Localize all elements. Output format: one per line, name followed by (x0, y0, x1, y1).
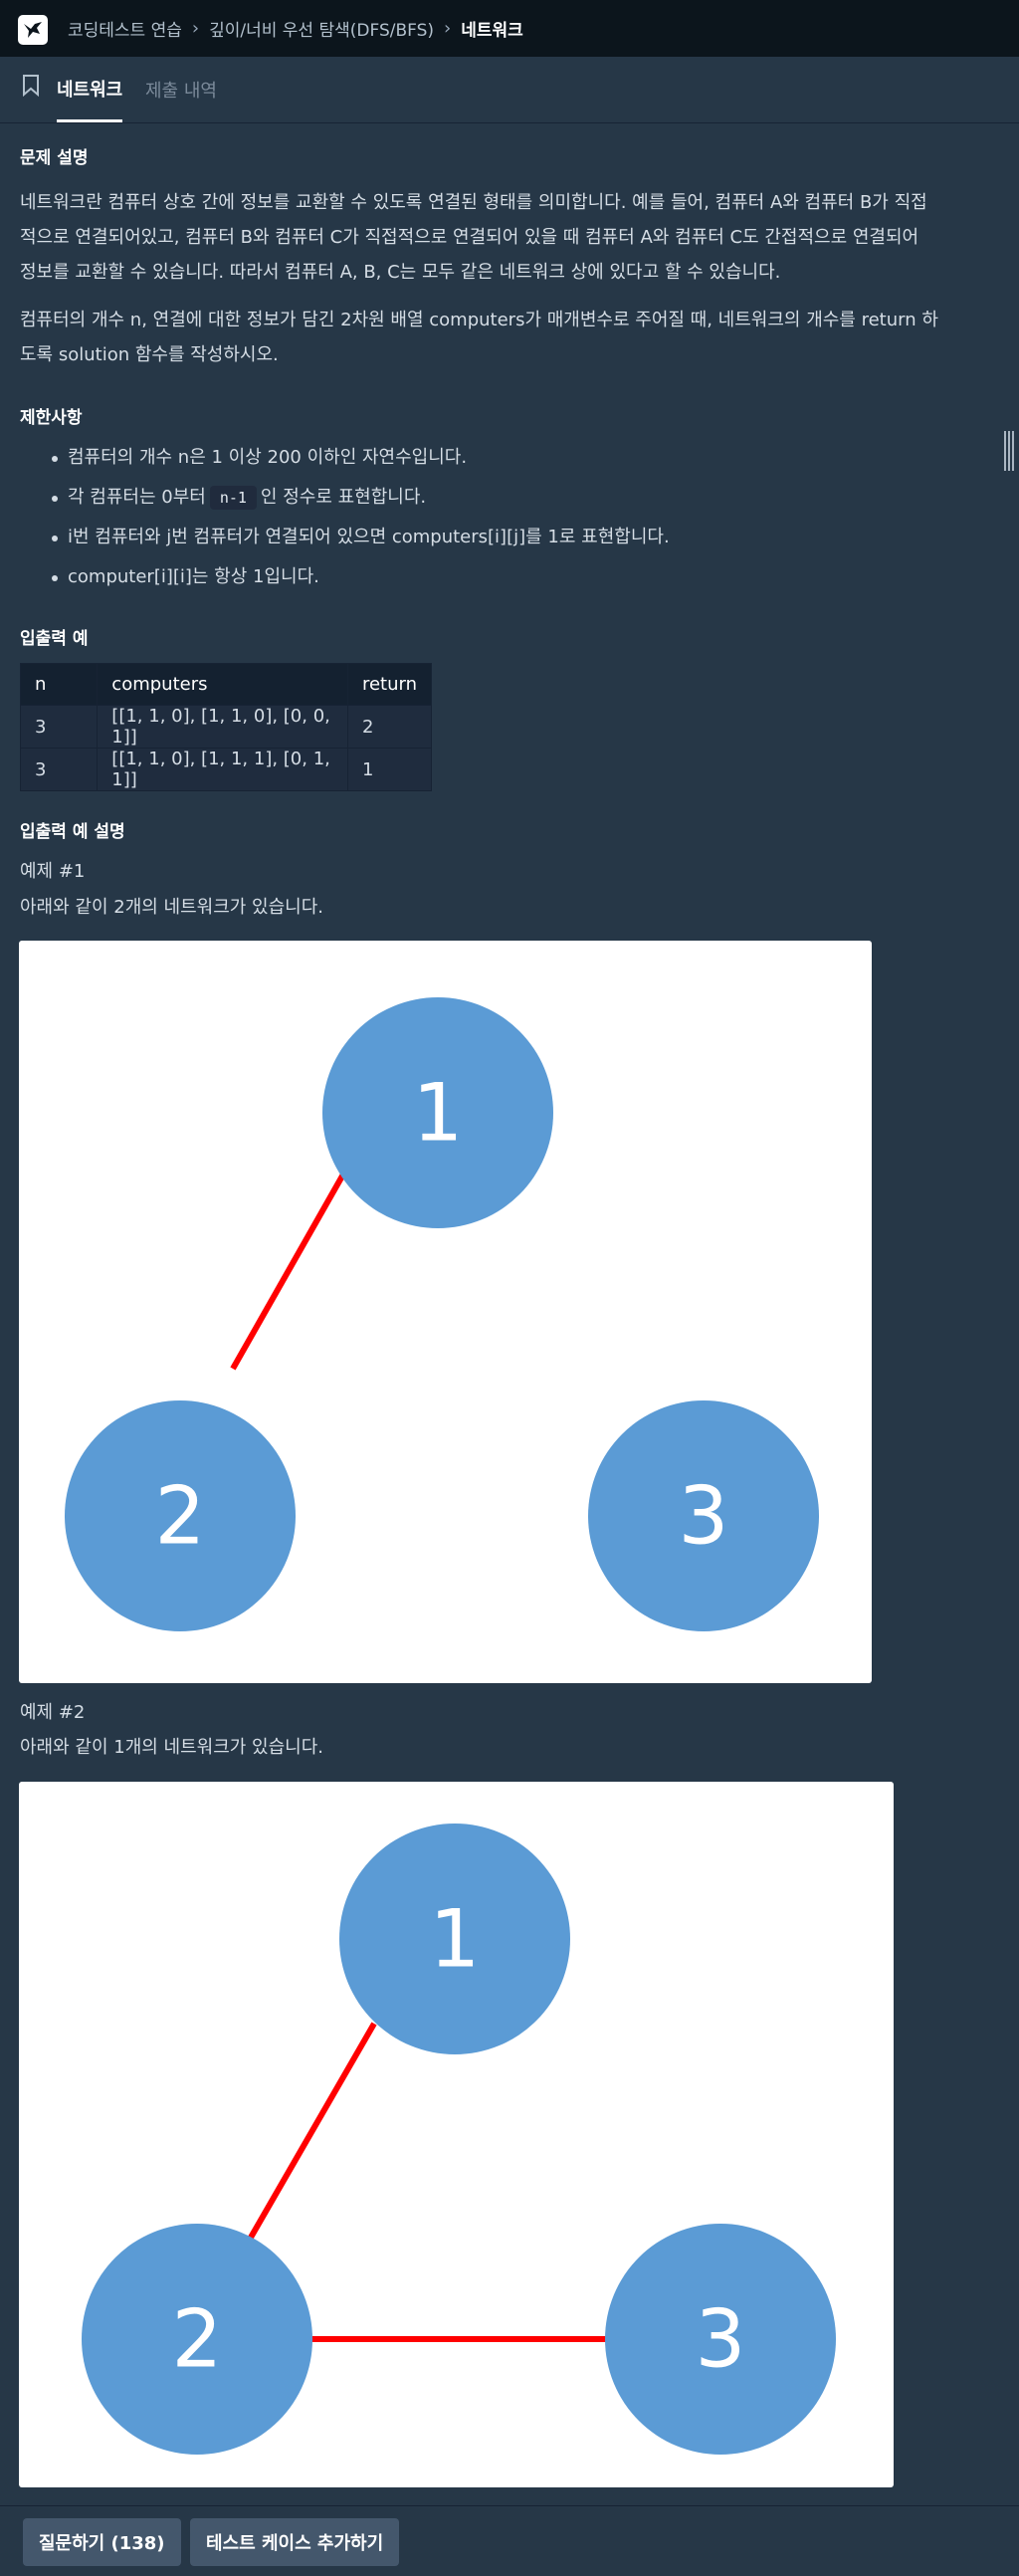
io-heading: 입출력 예 (20, 629, 89, 649)
table-row: 3 [[1, 1, 0], [1, 1, 1], [0, 1, 1]] 1 (19, 748, 433, 791)
bottom-action-bar: 질문하기 (138) 테스트 케이스 추가하기 (0, 2505, 1019, 2576)
paragraph-line: 정보를 교환할 수 있습니다. 따라서 컴퓨터 A, B, C는 모두 같은 네… (20, 262, 781, 283)
node-label: 2 (155, 1470, 206, 1563)
node-label: 2 (172, 2293, 223, 2386)
breadcrumb-category[interactable]: 깊이/너비 우선 탐색(DFS/BFS) (209, 16, 434, 41)
table-header-row: n computers return (19, 663, 433, 706)
top-navigation-bar: 코딩테스트 연습 › 깊이/너비 우선 탐색(DFS/BFS) › 네트워크 (0, 0, 1019, 57)
table-cell: 3 (19, 705, 99, 749)
column-header: return (346, 663, 433, 706)
io-table: n computers return 3 [[1, 1, 0], [1, 1, … (19, 663, 433, 791)
inline-code: n-1 (209, 486, 257, 510)
table-cell: 3 (19, 748, 99, 791)
node-label: 3 (696, 2293, 746, 2386)
table-row: 3 [[1, 1, 0], [1, 1, 0], [0, 0, 1]] 2 (19, 705, 433, 749)
table-cell: [[1, 1, 0], [1, 1, 0], [0, 0, 1]] (97, 705, 348, 749)
problem-paragraph-2: 컴퓨터의 개수 n, 연결에 대한 정보가 담긴 2차원 배열 computer… (20, 303, 975, 372)
chevron-right-icon: › (191, 18, 200, 39)
limits-heading: 제한사항 (20, 408, 83, 428)
diagram-node: 3 (588, 1400, 819, 1631)
io-explanation-heading: 입출력 예 설명 (20, 822, 125, 842)
example1-description: 아래와 같이 2개의 네트워크가 있습니다. (20, 897, 324, 918)
limit-item: 컴퓨터의 개수 n은 1 이상 200 이하인 자연수입니다. (20, 438, 975, 478)
paragraph-line: 도록 solution 함수를 작성하시오. (20, 344, 279, 365)
problem-paragraph-1: 네트워크란 컴퓨터 상호 간에 정보를 교환할 수 있도록 연결된 형태를 의미… (20, 185, 975, 290)
paragraph-line: 네트워크란 컴퓨터 상호 간에 정보를 교환할 수 있도록 연결된 형태를 의미… (20, 192, 927, 213)
limit-text: 각 컴퓨터는 0부터 (68, 487, 206, 508)
tab-problem[interactable]: 네트워크 (57, 57, 123, 122)
node-label: 1 (430, 1893, 481, 1986)
breadcrumb-current: 네트워크 (461, 21, 523, 41)
example2-network-diagram: 1 2 3 (19, 1782, 894, 2487)
node-label: 1 (413, 1067, 464, 1160)
limit-item: i번 컴퓨터와 j번 컴퓨터가 연결되어 있으면 computers[i][j]… (20, 518, 975, 557)
diagram-edge (245, 2022, 377, 2245)
node-label: 3 (679, 1470, 729, 1563)
limit-text: 인 정수로 표현합니다. (260, 487, 427, 508)
limit-item: computer[i][i]는 항상 1입니다. (20, 557, 975, 597)
programmers-logo-icon[interactable] (18, 15, 48, 45)
column-header: n (19, 663, 99, 706)
table-cell: [[1, 1, 0], [1, 1, 1], [0, 1, 1]] (97, 748, 348, 791)
example2-description: 아래와 같이 1개의 네트워크가 있습니다. (20, 1737, 324, 1758)
chevron-right-icon: › (444, 18, 452, 39)
table-cell: 1 (346, 748, 433, 791)
breadcrumb: 코딩테스트 연습 › 깊이/너비 우선 탐색(DFS/BFS) › 네트워크 (68, 0, 523, 57)
diagram-edge (230, 1148, 360, 1371)
paragraph-line: 컴퓨터의 개수 n, 연결에 대한 정보가 담긴 2차원 배열 computer… (20, 310, 938, 330)
example1-title: 예제 #1 (20, 861, 86, 882)
table-cell: 2 (346, 705, 433, 749)
diagram-node: 1 (322, 997, 553, 1228)
diagram-node: 3 (605, 2224, 836, 2455)
tab-submissions[interactable]: 제출 내역 (145, 57, 217, 122)
bookmark-icon[interactable] (22, 75, 40, 101)
problem-description-heading: 문제 설명 (20, 148, 89, 168)
tab-bar: 네트워크 제출 내역 (0, 57, 1019, 123)
example1-network-diagram: 1 2 3 (19, 941, 872, 1683)
paragraph-line: 적으로 연결되어있고, 컴퓨터 B와 컴퓨터 C가 직접적으로 연결되어 있을 … (20, 227, 919, 248)
example2-title: 예제 #2 (20, 1702, 86, 1723)
ask-question-button[interactable]: 질문하기 (138) (23, 2518, 181, 2566)
breadcrumb-coding-test[interactable]: 코딩테스트 연습 (68, 16, 182, 41)
diagram-node: 2 (65, 1400, 296, 1631)
diagram-node: 1 (339, 1824, 570, 2054)
limits-list: 컴퓨터의 개수 n은 1 이상 200 이하인 자연수입니다. 각 컴퓨터는 0… (20, 438, 975, 597)
panel-resize-handle[interactable] (1003, 431, 1015, 471)
limit-item: 각 컴퓨터는 0부터 n-1 인 정수로 표현합니다. (20, 478, 975, 518)
add-testcase-button[interactable]: 테스트 케이스 추가하기 (190, 2518, 400, 2566)
column-header: computers (97, 663, 348, 706)
diagram-node: 2 (82, 2224, 312, 2455)
